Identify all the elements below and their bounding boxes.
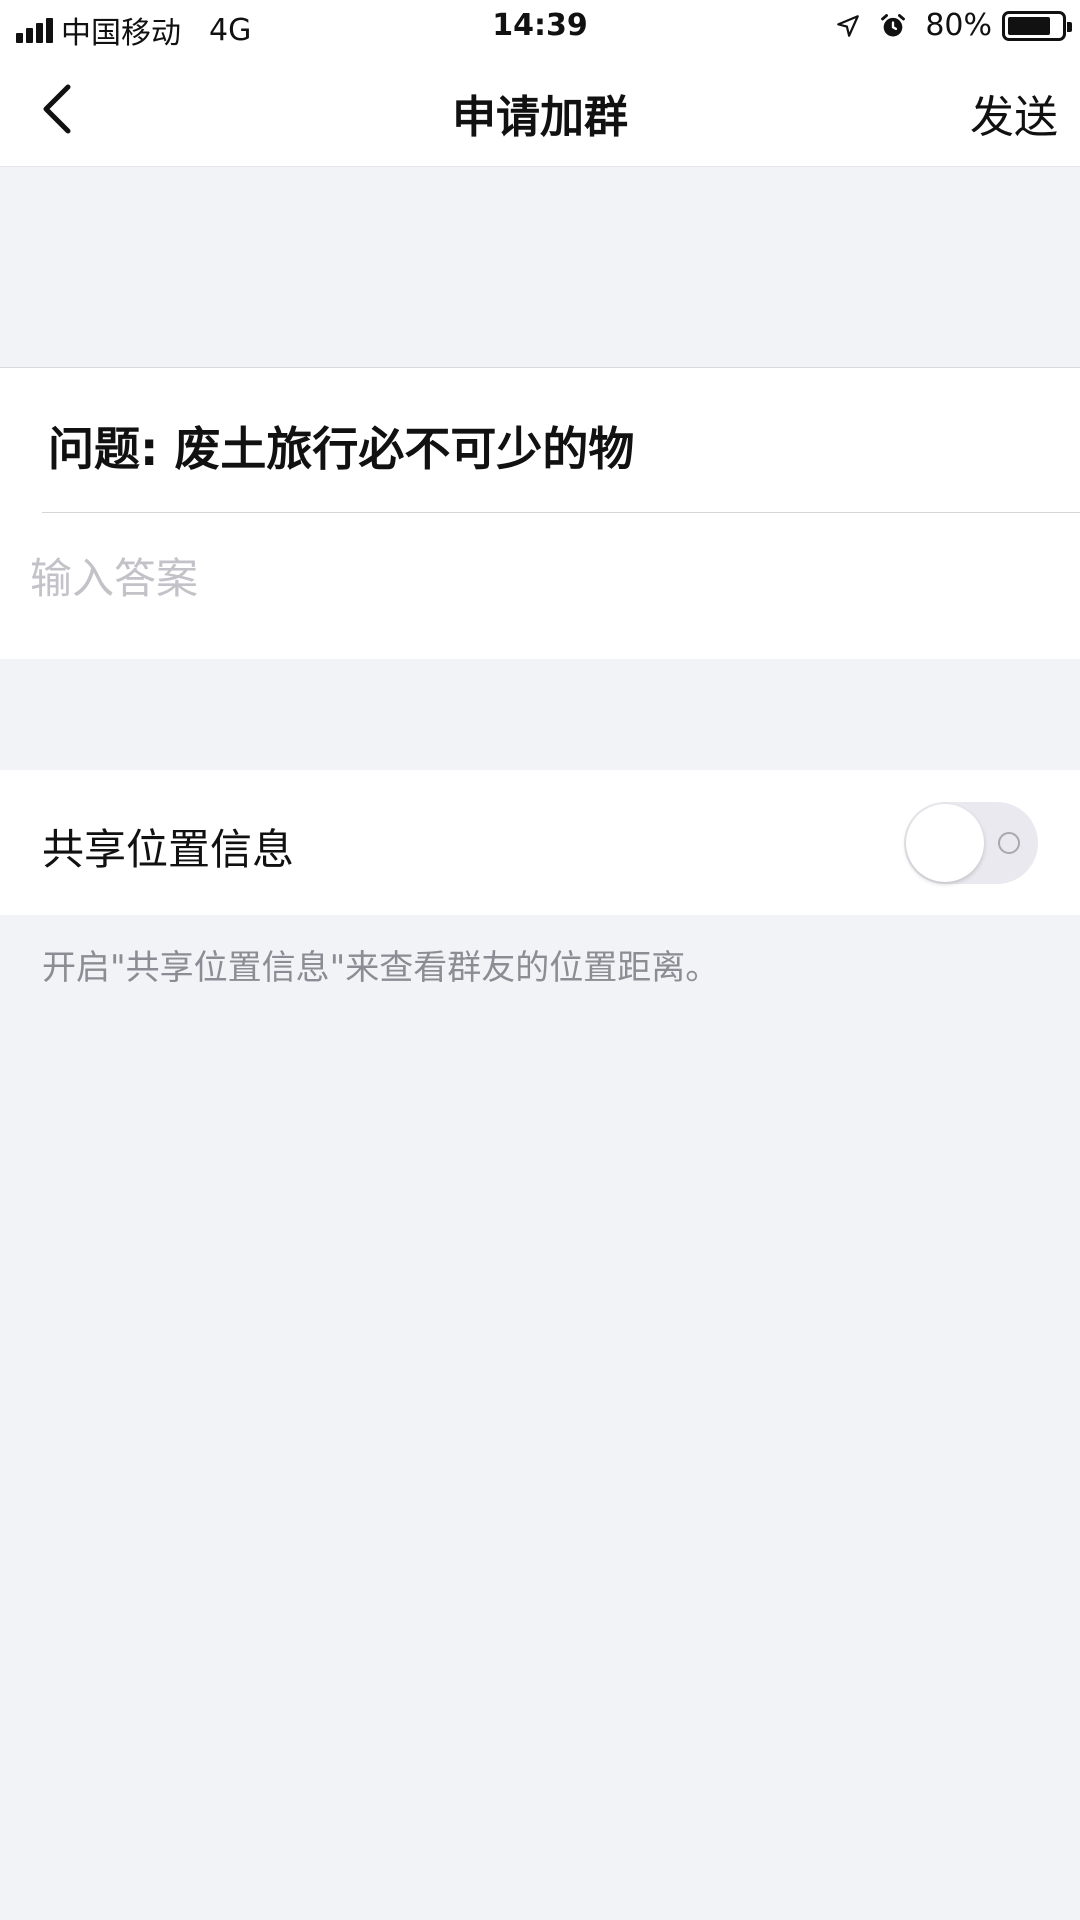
battery-fill bbox=[1008, 16, 1050, 35]
share-location-row: 共享位置信息 bbox=[0, 770, 1080, 915]
page-title: 申请加群 bbox=[452, 92, 628, 143]
share-location-toggle[interactable] bbox=[904, 802, 1038, 884]
question-card: 问题: 废土旅行必不可少的物 bbox=[0, 367, 1080, 659]
location-arrow-icon bbox=[837, 14, 860, 37]
toggle-off-indicator-icon bbox=[998, 832, 1020, 854]
alarm-icon bbox=[881, 13, 906, 36]
battery-tip bbox=[1067, 21, 1072, 32]
share-location-label: 共享位置信息 bbox=[42, 825, 295, 874]
question-text: 问题: 废土旅行必不可少的物 bbox=[48, 422, 635, 476]
divider bbox=[42, 512, 1080, 513]
toggle-knob bbox=[906, 804, 984, 882]
status-bar-right: 80% bbox=[835, 8, 1072, 43]
battery-percent: 80% bbox=[925, 8, 992, 43]
nav-bar: 申请加群 发送 bbox=[0, 55, 1080, 167]
answer-input[interactable] bbox=[30, 528, 1050, 628]
send-button[interactable]: 发送 bbox=[970, 81, 1058, 145]
share-location-hint: 开启"共享位置信息"来查看群友的位置距离。 bbox=[42, 948, 720, 988]
battery-icon bbox=[1002, 10, 1072, 41]
screen: 中国移动 4G 14:39 80% 申请加群 发送 问题: 废土旅行必不可少的物… bbox=[0, 0, 1080, 1920]
status-bar: 中国移动 4G 14:39 80% bbox=[0, 0, 1080, 55]
